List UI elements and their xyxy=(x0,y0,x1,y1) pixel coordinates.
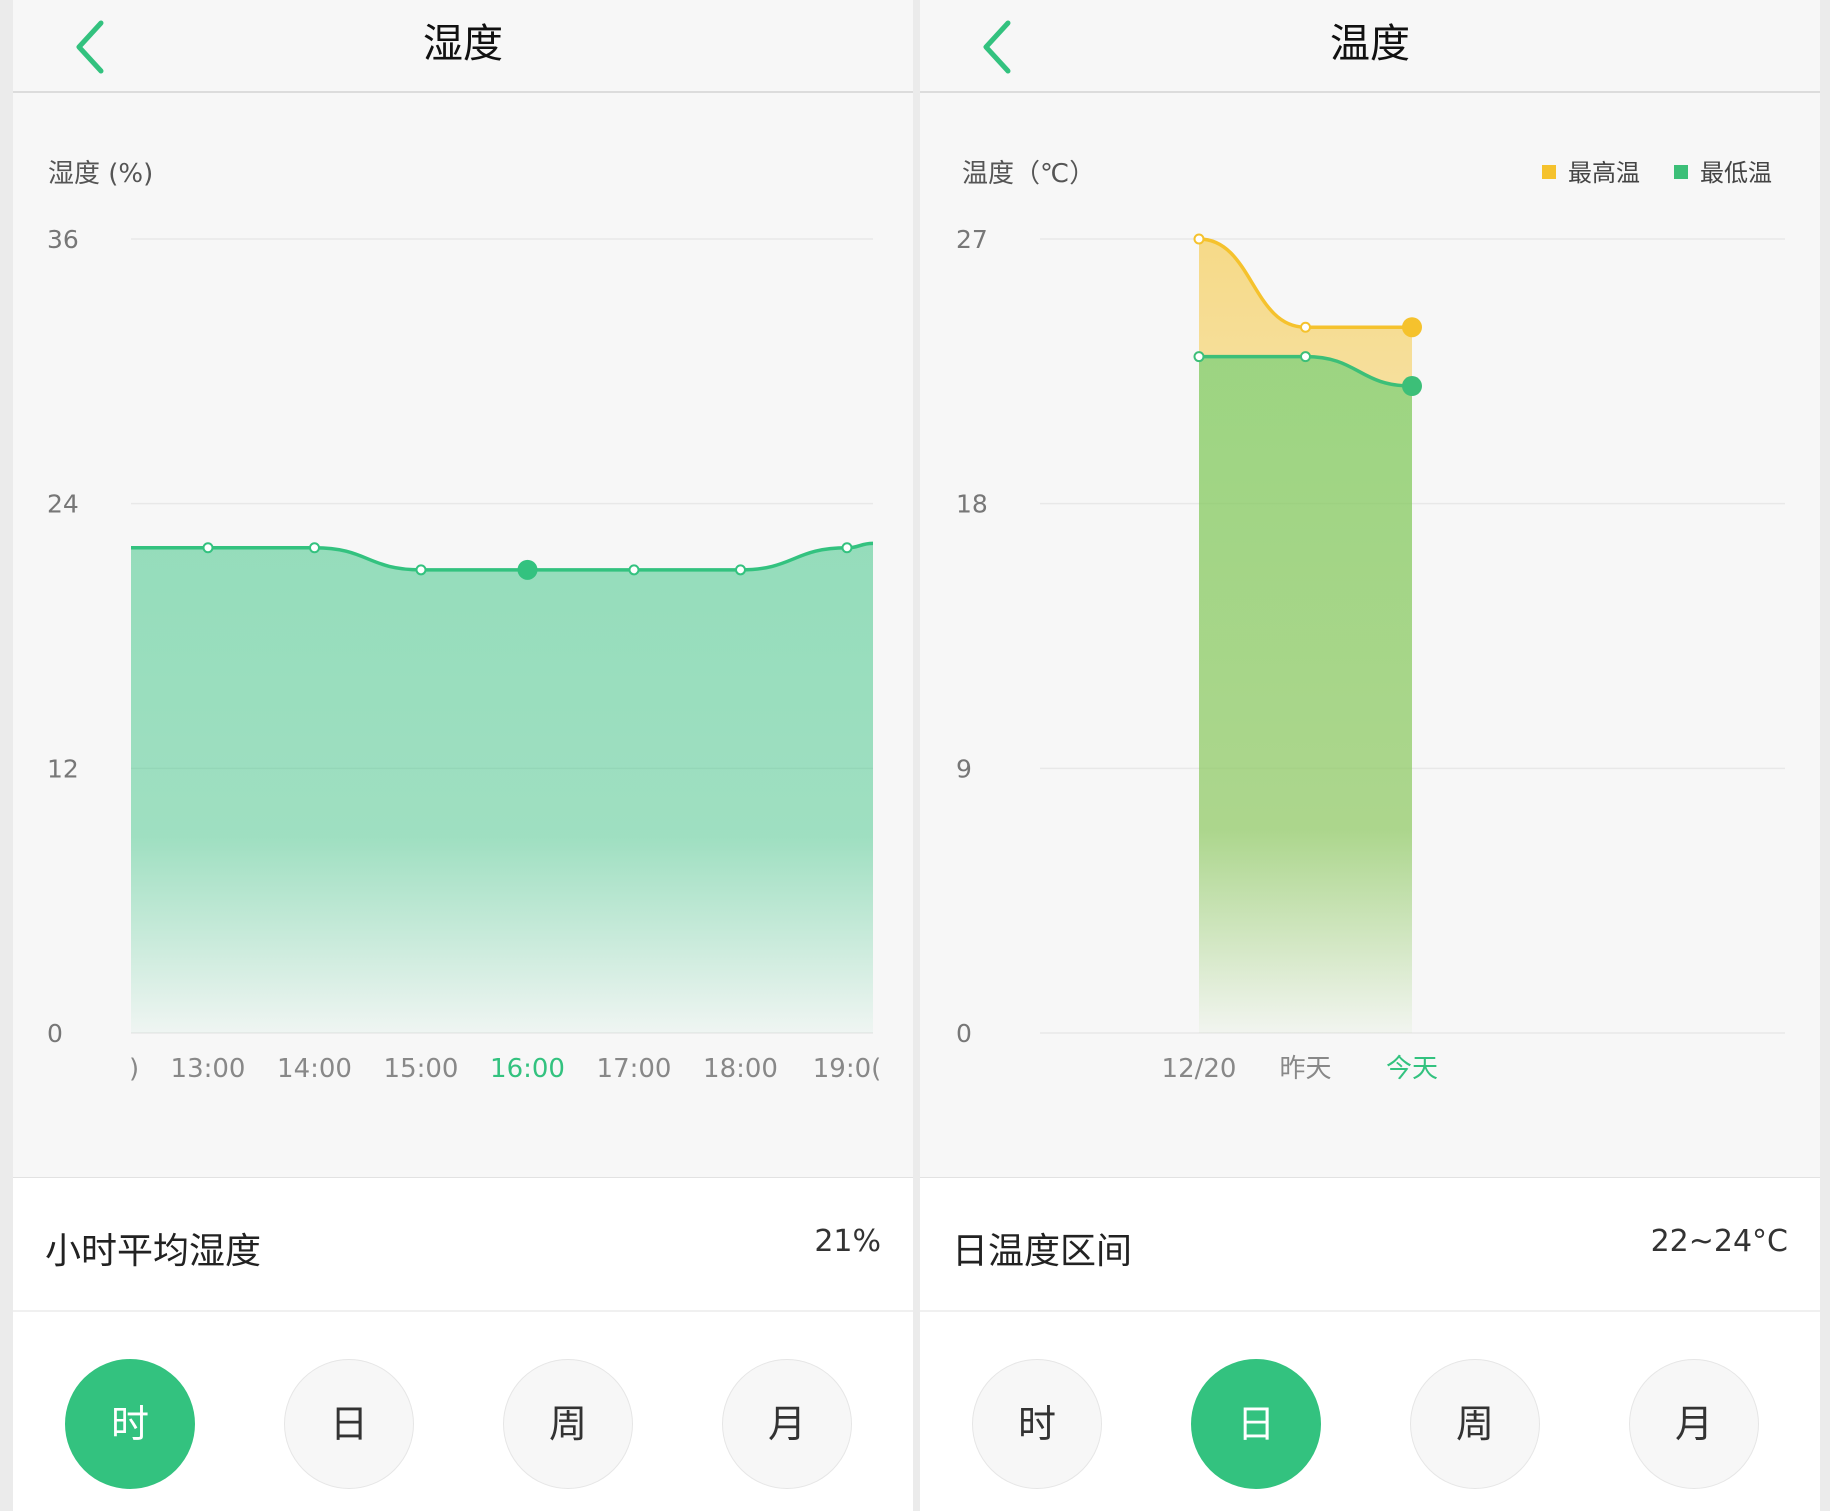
min-temp-area xyxy=(1199,356,1412,1033)
x-tick-label: 17:00 xyxy=(597,1054,672,1084)
y-tick-label: 24 xyxy=(47,490,79,519)
summary-label: 日温度区间 xyxy=(952,1231,1133,1272)
summary-value: 22~24°C xyxy=(1650,1224,1788,1259)
period-week-button[interactable]: 周 xyxy=(1410,1359,1540,1489)
y-tick-label: 36 xyxy=(47,225,79,254)
max-temp-point xyxy=(1193,233,1205,245)
y-tick-label: 0 xyxy=(47,1019,63,1048)
page-title: 湿度 xyxy=(423,21,503,67)
x-tick-label: 16:00 xyxy=(490,1054,565,1084)
humidity-area xyxy=(131,543,873,1033)
page-title: 温度 xyxy=(1330,21,1410,67)
min-temp-point xyxy=(1300,351,1311,363)
temperature-panel: 温度 温度（℃） 最高温 最低温 0 9 18 27 12/20 昨天 今天 日温度区间 2… xyxy=(920,0,1820,1511)
data-point xyxy=(202,542,214,554)
summary-section: 小时平均湿度 21% 时 日 周 月 xyxy=(13,1177,913,1511)
humidity-chart-svg: 0 12 24 36) 13:00 14:00 15:00 16:00 17:00 18:00 19… xyxy=(47,225,882,1084)
x-tick-label: 今天 xyxy=(1386,1054,1438,1084)
summary-label: 小时平均湿度 xyxy=(45,1231,262,1272)
divider xyxy=(920,1310,1820,1312)
period-day-button[interactable]: 日 xyxy=(284,1359,414,1489)
y-tick-label: 27 xyxy=(956,225,988,254)
summary-section: 日温度区间 22~24°C 时 日 周 月 xyxy=(920,1177,1820,1511)
summary-value: 21% xyxy=(814,1224,881,1259)
x-tick-label: 19:0( xyxy=(813,1054,882,1084)
temperature-chart: 温度（℃） 最高温 最低温 0 9 18 27 12/20 昨天 今天 xyxy=(920,93,1820,1175)
divider xyxy=(13,1310,913,1312)
x-tick-label: 13:00 xyxy=(171,1054,246,1084)
x-tick-label: 15:00 xyxy=(384,1054,459,1084)
max-temp-point xyxy=(1300,321,1311,333)
highlighted-data-point xyxy=(517,559,538,580)
y-tick-label: 12 xyxy=(47,754,79,783)
highlighted-max-temp-point xyxy=(1402,317,1422,338)
y-tick-label: 18 xyxy=(956,490,988,519)
period-month-button[interactable]: 月 xyxy=(722,1359,852,1489)
humidity-panel: 湿度 湿度 (%) 0 12 24 36) 13:00 14:00 15:00 16:00 17… xyxy=(13,0,913,1511)
data-point xyxy=(841,542,853,554)
y-tick-label: 0 xyxy=(956,1019,972,1048)
header: 湿度 xyxy=(13,0,913,93)
highlighted-min-temp-point xyxy=(1402,376,1422,397)
period-day-button[interactable]: 日 xyxy=(1191,1359,1321,1489)
data-point xyxy=(628,564,640,576)
humidity-chart: 湿度 (%) 0 12 24 36) 13:00 14:00 15:00 16:00 17:00… xyxy=(13,93,913,1175)
data-point xyxy=(415,564,427,576)
x-tick-label: 昨天 xyxy=(1279,1054,1331,1084)
data-point xyxy=(309,542,320,554)
period-hour-button[interactable]: 时 xyxy=(972,1359,1102,1489)
x-tick-label: 12/20 xyxy=(1162,1054,1237,1084)
period-month-button[interactable]: 月 xyxy=(1629,1359,1759,1489)
header: 温度 xyxy=(920,0,1820,93)
x-tick-label: 14:00 xyxy=(277,1054,352,1084)
period-hour-button[interactable]: 时 xyxy=(65,1359,195,1489)
temperature-chart-svg: 0 9 18 27 12/20 昨天 今天 xyxy=(956,225,1785,1084)
y-tick-label: 9 xyxy=(956,754,972,783)
data-point xyxy=(735,564,746,576)
period-week-button[interactable]: 周 xyxy=(503,1359,633,1489)
min-temp-point xyxy=(1193,351,1205,363)
x-tick-label-partial: ) xyxy=(129,1054,139,1084)
x-tick-label: 18:00 xyxy=(703,1054,778,1084)
